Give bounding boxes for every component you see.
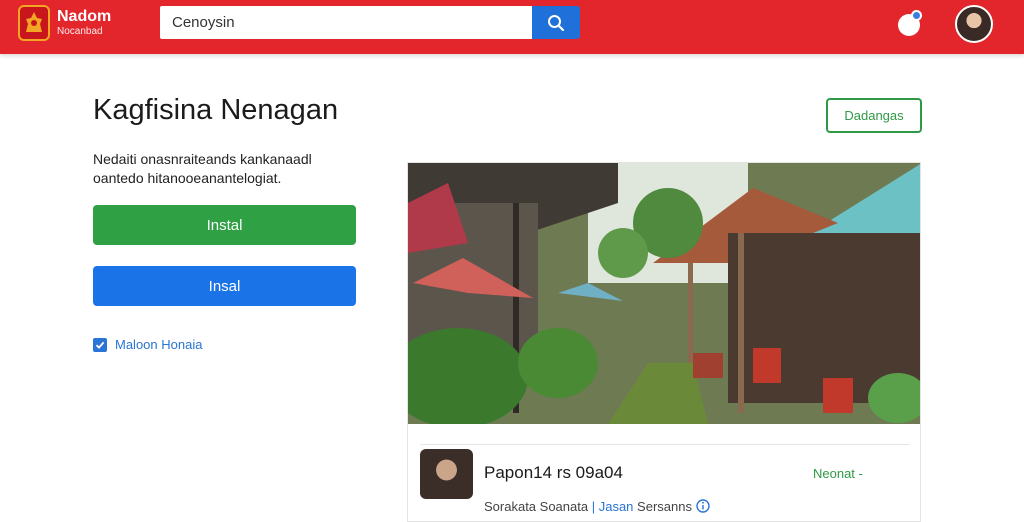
brand-name[interactable]: Nadom Nocanbad <box>57 8 111 37</box>
search-icon <box>548 14 565 31</box>
brand-subtitle: Nocanbad <box>57 25 103 37</box>
page-description: Nedaiti onasnraiteands kankanaadl oanted… <box>93 151 312 186</box>
card-status-link[interactable]: Neonat - <box>813 466 863 481</box>
notification-icon[interactable] <box>896 10 924 38</box>
notification-badge <box>911 10 922 21</box>
info-icon[interactable] <box>695 499 710 513</box>
card-author-avatar[interactable] <box>420 449 473 499</box>
install-button-primary[interactable]: Instal <box>93 205 356 245</box>
card-title[interactable]: Papon14 rs 09a04 <box>484 463 623 483</box>
checkmark-icon[interactable] <box>93 337 107 352</box>
search-button[interactable] <box>532 6 580 39</box>
search-input[interactable] <box>160 6 532 39</box>
search-bar <box>160 6 580 39</box>
checkbox-label: Maloon Honaia <box>115 337 203 352</box>
download-button[interactable]: Dadangas <box>826 98 922 133</box>
listing-card[interactable]: Papon14 rs 09a04 Neonat - Sorakata Soana… <box>407 162 921 522</box>
card-divider <box>420 444 910 445</box>
user-avatar[interactable] <box>955 5 993 43</box>
top-navigation-bar: Nadom Nocanbad <box>0 0 1024 54</box>
install-button-secondary[interactable]: Insal <box>93 266 356 306</box>
brand-title: Nadom <box>57 8 112 25</box>
page-title: Kagfisina Nenagan <box>93 94 339 126</box>
option-checkbox-row[interactable]: Maloon Honaia <box>93 337 202 352</box>
cafe-photo <box>408 163 920 424</box>
temple-logo-icon[interactable] <box>18 5 50 41</box>
